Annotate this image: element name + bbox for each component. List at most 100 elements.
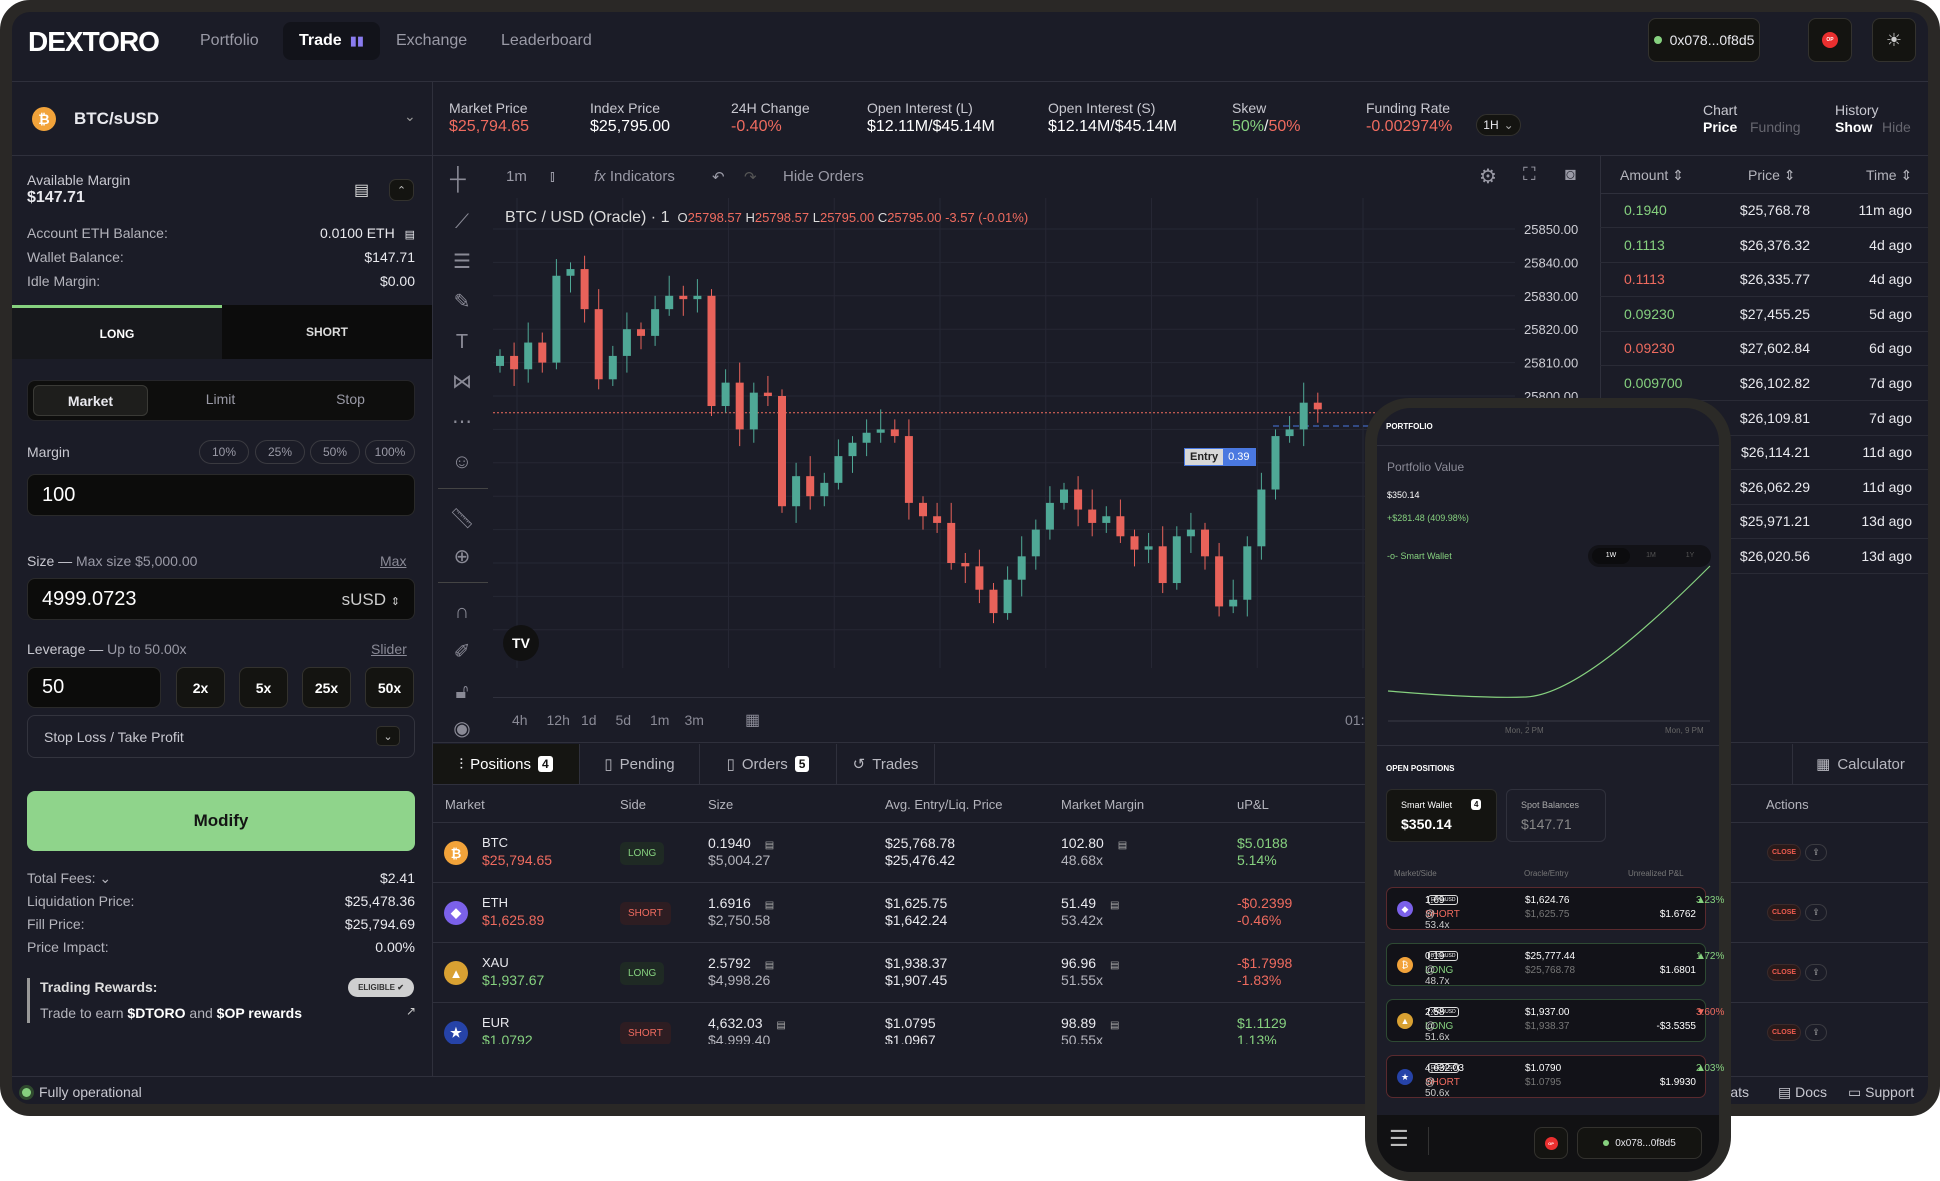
trade-history-row[interactable]: 0.1113 $26,376.32 4d ago: [1600, 228, 1928, 263]
deposit-icon[interactable]: ▤: [354, 180, 369, 200]
leverage-preset-25x[interactable]: 25x: [302, 667, 351, 708]
mobile-network-button[interactable]: OP: [1534, 1127, 1568, 1159]
trendline-icon[interactable]: ⟋: [448, 208, 476, 236]
spot-balances-card[interactable]: Spot Balances $147.71: [1506, 789, 1606, 842]
range-button[interactable]: 1m: [650, 712, 669, 728]
trade-history-row[interactable]: 0.09230 $27,602.84 6d ago: [1600, 331, 1928, 367]
emoji-icon[interactable]: ☺: [448, 448, 476, 476]
close-position-button[interactable]: CLOSE: [1767, 844, 1801, 861]
range-button[interactable]: 1d: [581, 712, 597, 728]
mobile-position-card[interactable]: ★ 4,632.03 EUR/sUSD SHORT @ 50.6x $1.0790…: [1386, 1055, 1724, 1099]
footer-link-docs[interactable]: ▤ Docs: [1778, 1084, 1827, 1101]
magnet-icon[interactable]: ∩: [448, 598, 476, 626]
edit-icon[interactable]: ▤: [765, 900, 774, 911]
margin-pct-10[interactable]: 10%: [199, 440, 249, 464]
lock-icon[interactable]: 🔓︎: [448, 678, 476, 706]
range-button[interactable]: 5d: [616, 712, 632, 728]
history-toggle-show[interactable]: Show: [1835, 119, 1872, 135]
margin-input[interactable]: 100: [27, 474, 415, 516]
share-icon[interactable]: ⇪: [1805, 844, 1827, 861]
leverage-preset-5x[interactable]: 5x: [239, 667, 288, 708]
history-header-amount[interactable]: Amount ⇕: [1620, 167, 1684, 184]
tab-trades[interactable]: ↺ Trades: [837, 744, 935, 784]
history-toggle-hide[interactable]: Hide: [1882, 119, 1911, 135]
funding-period-dropdown[interactable]: 1H ⌄: [1476, 114, 1521, 136]
edit-icon[interactable]: ▤: [1110, 900, 1119, 911]
calculator-button[interactable]: ▦ Calculator: [1792, 744, 1928, 784]
size-unit-selector[interactable]: sUSD ⇕: [342, 590, 400, 610]
nav-trade[interactable]: Trade ▮▮: [283, 22, 380, 60]
trade-history-row[interactable]: 0.1113 $26,335.77 4d ago: [1600, 262, 1928, 298]
order-type-stop[interactable]: Stop: [293, 391, 408, 407]
undo-icon[interactable]: ↶: [712, 168, 725, 186]
margin-pct-25[interactable]: 25%: [255, 440, 305, 464]
nav-leaderboard[interactable]: Leaderboard: [501, 32, 592, 50]
lock-drawing-icon[interactable]: ✐: [448, 638, 476, 666]
nav-exchange[interactable]: Exchange: [396, 32, 467, 50]
size-max-link[interactable]: Max: [380, 553, 406, 569]
share-icon[interactable]: ⇪: [1805, 1024, 1827, 1041]
history-header-price[interactable]: Price ⇕: [1748, 167, 1796, 184]
size-input[interactable]: 4999.0723 sUSD ⇕: [27, 578, 415, 620]
ruler-icon[interactable]: 📏︎: [448, 505, 476, 533]
edit-icon[interactable]: ▤: [1110, 960, 1119, 971]
smart-wallet-card[interactable]: Smart Wallet 4 $350.14: [1386, 789, 1497, 842]
candle-type-icon[interactable]: ⫾: [550, 168, 555, 185]
edit-icon[interactable]: ▤: [765, 960, 774, 971]
mobile-position-card[interactable]: ₿ 0.19 BTC/sUSD LONG @ 48.7x $25,777.44 $…: [1386, 943, 1724, 987]
redo-icon[interactable]: ↷: [744, 168, 757, 186]
horizontal-lines-icon[interactable]: ☰: [448, 248, 476, 276]
order-type-market[interactable]: Market: [33, 385, 148, 416]
leverage-preset-50x[interactable]: 50x: [365, 667, 414, 708]
indicators-button[interactable]: fx Indicators: [594, 168, 675, 185]
interval-button[interactable]: 1m: [506, 168, 527, 185]
mobile-wallet-button[interactable]: 0x078...0f8d5: [1577, 1127, 1702, 1159]
tab-orders[interactable]: ▯ Orders 5: [700, 744, 837, 784]
fullscreen-icon[interactable]: ⛶: [1523, 164, 1536, 185]
edit-icon[interactable]: ▤: [1118, 840, 1127, 851]
margin-pct-100[interactable]: 100%: [365, 440, 415, 464]
close-position-button[interactable]: CLOSE: [1767, 904, 1801, 921]
footer-link-support[interactable]: ▭ Support: [1848, 1084, 1914, 1101]
chart-toggle-price[interactable]: Price: [1703, 119, 1737, 135]
menu-icon[interactable]: ☰: [1389, 1126, 1409, 1152]
margin-pct-50[interactable]: 50%: [310, 440, 360, 464]
trade-history-row[interactable]: 0.1940 $25,768.78 11m ago: [1600, 193, 1928, 228]
trade-history-row[interactable]: 0.09230 $27,455.25 5d ago: [1600, 297, 1928, 332]
chevron-down-icon[interactable]: ⌄: [99, 870, 111, 886]
share-icon[interactable]: ⇪: [1805, 904, 1827, 921]
text-icon[interactable]: T: [448, 328, 476, 356]
theme-toggle-button[interactable]: ☀: [1872, 18, 1916, 62]
leverage-slider-link[interactable]: Slider: [371, 641, 407, 657]
close-position-button[interactable]: CLOSE: [1767, 1024, 1801, 1041]
brush-icon[interactable]: ✎: [448, 288, 476, 316]
eye-icon[interactable]: ◉: [448, 715, 476, 743]
tab-positions[interactable]: ⫶ Positions 4: [433, 744, 580, 784]
share-icon[interactable]: ⇪: [1805, 964, 1827, 981]
status-indicator[interactable]: Fully operational: [22, 1084, 142, 1100]
external-link-icon[interactable]: ↗: [406, 1004, 416, 1018]
tab-pending[interactable]: ▯ Pending: [580, 744, 700, 784]
close-position-button[interactable]: CLOSE: [1767, 964, 1801, 981]
nav-portfolio[interactable]: Portfolio: [200, 32, 259, 50]
range-button[interactable]: 4h: [512, 712, 528, 728]
forecast-icon[interactable]: ⋯: [448, 408, 476, 436]
chart-toggle-funding[interactable]: Funding: [1750, 119, 1801, 135]
range-button[interactable]: 3m: [685, 712, 704, 728]
pattern-icon[interactable]: ⋈: [448, 368, 476, 396]
history-header-time[interactable]: Time ⇕: [1866, 167, 1912, 184]
mobile-position-card[interactable]: ▲ 2.58 XAU/sUSD LONG @ 51.6x $1,937.00 $1…: [1386, 999, 1724, 1043]
date-range-icon[interactable]: ▦: [745, 710, 760, 730]
trade-history-row[interactable]: 0.009700 $26,102.82 7d ago: [1600, 366, 1928, 401]
edit-icon[interactable]: ▤: [1110, 1020, 1119, 1031]
hide-orders-button[interactable]: Hide Orders: [783, 168, 864, 185]
leverage-preset-2x[interactable]: 2x: [176, 667, 225, 708]
collapse-button[interactable]: ⌃: [389, 179, 414, 201]
logo[interactable]: DEXTORO: [28, 26, 160, 58]
zoom-in-icon[interactable]: ⊕: [448, 543, 476, 571]
leverage-input[interactable]: 50: [27, 667, 161, 708]
edit-icon[interactable]: ▤: [765, 840, 774, 851]
wallet-button[interactable]: 0x078...0f8d5: [1648, 18, 1760, 62]
edit-icon[interactable]: ▤: [776, 1020, 785, 1031]
deposit-icon[interactable]: ▤: [405, 229, 415, 241]
